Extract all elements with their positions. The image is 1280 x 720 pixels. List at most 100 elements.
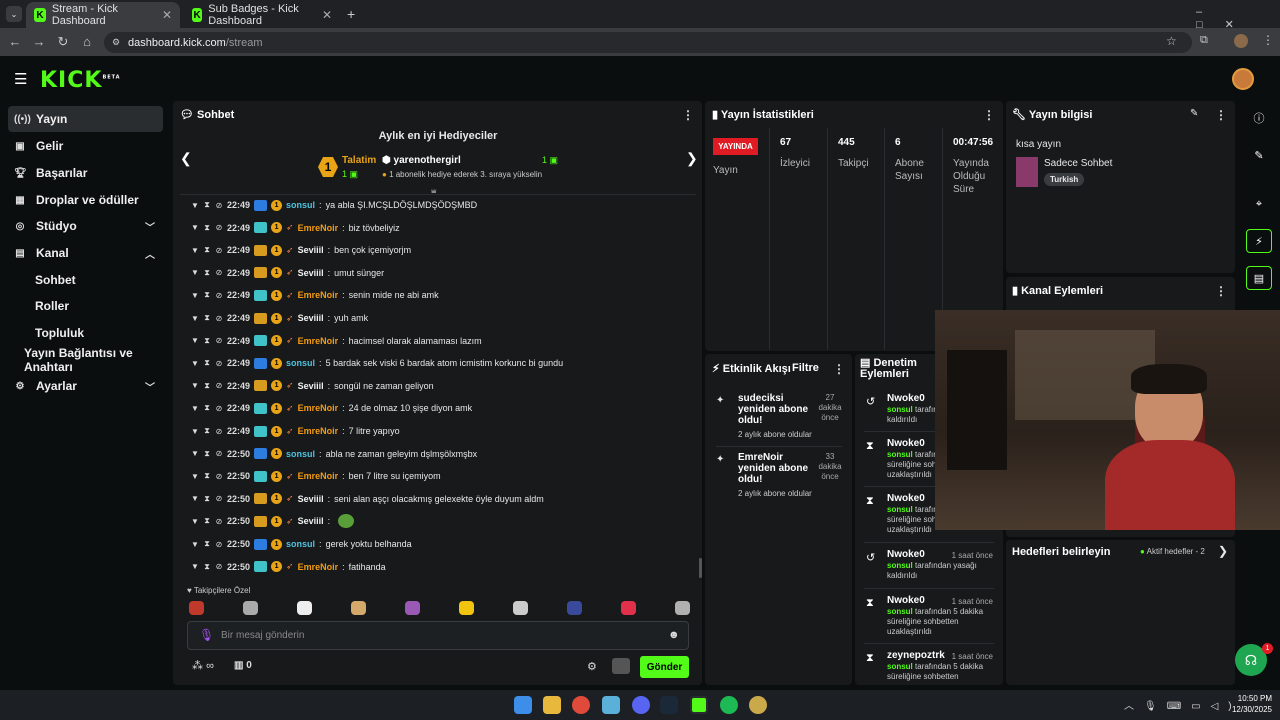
ban-icon[interactable]: ⊘ bbox=[215, 562, 223, 571]
emoji-icon[interactable]: ☻ bbox=[668, 629, 680, 641]
pin-icon[interactable]: ▼ bbox=[191, 540, 199, 549]
chat-settings-icon[interactable]: ⚙ bbox=[587, 660, 597, 673]
ban-icon[interactable]: ⊘ bbox=[215, 201, 223, 210]
site-info-icon[interactable]: ⚙ bbox=[112, 37, 120, 48]
emote-icon[interactable] bbox=[351, 601, 366, 615]
sidebar-item-chat[interactable]: Sohbet bbox=[8, 267, 163, 293]
timeout-icon[interactable]: ⧗ bbox=[203, 336, 211, 346]
pin-icon[interactable]: ▼ bbox=[191, 314, 199, 323]
sidebar-item-drops[interactable]: ▦ Droplar ve ödüller bbox=[8, 187, 163, 213]
emote-icon[interactable] bbox=[405, 601, 420, 615]
pin-icon[interactable]: ▼ bbox=[191, 562, 199, 571]
pin-icon[interactable]: ▼ bbox=[191, 336, 199, 345]
ban-icon[interactable]: ⊘ bbox=[215, 404, 223, 413]
clock[interactable]: 10:50 PM 12/30/2025 bbox=[1222, 693, 1272, 715]
ban-icon[interactable]: ⊘ bbox=[215, 359, 223, 368]
ban-icon[interactable]: ⊘ bbox=[215, 223, 223, 232]
moderator-name[interactable]: sonsul bbox=[887, 505, 913, 514]
emote-icon[interactable] bbox=[513, 601, 528, 615]
pin-icon[interactable]: ▼ bbox=[191, 359, 199, 368]
timeout-icon[interactable]: ⧗ bbox=[203, 494, 211, 504]
ban-icon[interactable]: ⊘ bbox=[215, 540, 223, 549]
moderated-user[interactable]: Nwoke0 bbox=[887, 549, 925, 560]
pencil-icon[interactable]: ✎ bbox=[1246, 143, 1272, 167]
activity-menu-icon[interactable]: ⋮ bbox=[833, 362, 845, 376]
ban-icon[interactable]: ⊘ bbox=[215, 494, 223, 503]
timeout-icon[interactable]: ⧗ bbox=[203, 200, 211, 210]
chat-scrollbar[interactable] bbox=[699, 558, 702, 578]
moderator-name[interactable]: sonsul bbox=[887, 450, 913, 459]
moderator-name[interactable]: sonsul bbox=[887, 662, 913, 671]
pin-icon[interactable]: ▼ bbox=[191, 201, 199, 210]
username[interactable]: sonsul bbox=[286, 539, 315, 549]
ban-icon[interactable]: ⊘ bbox=[215, 517, 223, 526]
active-goals[interactable]: ● Aktif hedefler - 2 bbox=[1140, 547, 1205, 556]
pin-icon[interactable]: ▼ bbox=[191, 404, 199, 413]
emote-icon[interactable] bbox=[189, 601, 204, 615]
info-menu-icon[interactable]: ⋮ bbox=[1215, 108, 1227, 122]
ban-icon[interactable]: ⊘ bbox=[215, 246, 223, 255]
timeout-icon[interactable]: ⧗ bbox=[203, 403, 211, 413]
moderated-user[interactable]: Nwoke0 bbox=[887, 393, 925, 404]
category-name[interactable]: Sadece Sohbet bbox=[1044, 158, 1112, 169]
sidebar-item-stream-key[interactable]: Yayın Bağlantısı ve Anahtarı bbox=[8, 346, 168, 374]
app-icon[interactable] bbox=[602, 696, 620, 714]
moderated-user[interactable]: zeynepoztrk bbox=[887, 650, 945, 661]
timeout-icon[interactable]: ⧗ bbox=[203, 381, 211, 391]
pin-icon[interactable]: ▼ bbox=[191, 517, 199, 526]
sidebar-item-community[interactable]: Topluluk bbox=[8, 320, 163, 346]
ban-icon[interactable]: ⊘ bbox=[215, 268, 223, 277]
username[interactable]: EmreNoir bbox=[298, 336, 339, 346]
extensions-icon[interactable]: ⧉ bbox=[1200, 34, 1208, 47]
profile-avatar[interactable] bbox=[1234, 34, 1248, 48]
moderator-name[interactable]: sonsul bbox=[887, 561, 913, 570]
prev-arrow-icon[interactable]: ❮ bbox=[180, 150, 192, 167]
username[interactable]: EmreNoir bbox=[298, 471, 339, 481]
ban-icon[interactable]: ⊘ bbox=[215, 449, 223, 458]
tab-stream[interactable]: K Stream - Kick Dashboard ✕ bbox=[26, 2, 180, 28]
emote-icon[interactable] bbox=[675, 601, 690, 615]
username[interactable]: Seviiil bbox=[298, 381, 324, 391]
target-icon[interactable]: ⌖ bbox=[1246, 192, 1272, 216]
pin-icon[interactable]: ▼ bbox=[191, 381, 199, 390]
edit-icon[interactable]: ✎ bbox=[1190, 108, 1198, 119]
send-button[interactable]: Gönder bbox=[640, 656, 689, 678]
username[interactable]: sonsul bbox=[286, 449, 315, 459]
sidebar-item-achievements[interactable]: 🏆︎ Başarılar bbox=[8, 160, 163, 186]
close-tab-icon[interactable]: ✕ bbox=[322, 8, 332, 22]
moderator-name[interactable]: sonsul bbox=[887, 607, 913, 616]
ban-icon[interactable]: ⊘ bbox=[215, 472, 223, 481]
url-field[interactable]: dashboard.kick.com/stream bbox=[104, 32, 1192, 53]
store-count[interactable]: ▥ 0 bbox=[234, 660, 252, 671]
timeout-icon[interactable]: ⧗ bbox=[203, 449, 211, 459]
timeout-icon[interactable]: ⧗ bbox=[203, 290, 211, 300]
username[interactable]: Seviiil bbox=[298, 268, 324, 278]
timeout-icon[interactable]: ⧗ bbox=[203, 426, 211, 436]
tab-list-button[interactable]: ⌄ bbox=[6, 6, 22, 22]
game-icon[interactable] bbox=[749, 696, 767, 714]
ban-icon[interactable]: ⊘ bbox=[215, 314, 223, 323]
steam-icon[interactable] bbox=[660, 696, 678, 714]
pin-icon[interactable]: ▼ bbox=[191, 268, 199, 277]
username[interactable]: Seviiil bbox=[298, 245, 324, 255]
moderated-user[interactable]: Nwoke0 bbox=[887, 595, 925, 606]
browser-menu-icon[interactable]: ⋮ bbox=[1262, 33, 1274, 47]
sidebar-item-stream[interactable]: ((•)) Yayın bbox=[8, 106, 163, 132]
moderator-name[interactable]: sonsul bbox=[887, 405, 913, 414]
pin-icon[interactable]: ▼ bbox=[191, 472, 199, 481]
timeout-icon[interactable]: ⧗ bbox=[203, 471, 211, 481]
points-display[interactable]: ⁂ ∞ bbox=[192, 659, 214, 672]
channel-actions-menu-icon[interactable]: ⋮ bbox=[1215, 284, 1227, 298]
username[interactable]: EmreNoir bbox=[298, 562, 339, 572]
username[interactable]: Seviiil bbox=[298, 494, 324, 504]
ban-icon[interactable]: ⊘ bbox=[215, 427, 223, 436]
info-icon[interactable]: ⓘ bbox=[1246, 106, 1272, 130]
filter-button[interactable]: Filtre bbox=[792, 362, 819, 374]
username[interactable]: Seviiil bbox=[298, 313, 324, 323]
bolt-icon[interactable]: ⚡︎ bbox=[1246, 229, 1272, 253]
timeout-icon[interactable]: ⧗ bbox=[203, 268, 211, 278]
username[interactable]: EmreNoir bbox=[298, 426, 339, 436]
username[interactable]: sonsul bbox=[286, 358, 315, 368]
tag-chip[interactable]: Turkish bbox=[1044, 173, 1085, 186]
sidebar-item-settings[interactable]: ⚙ Ayarlar ﹀ bbox=[8, 373, 163, 399]
